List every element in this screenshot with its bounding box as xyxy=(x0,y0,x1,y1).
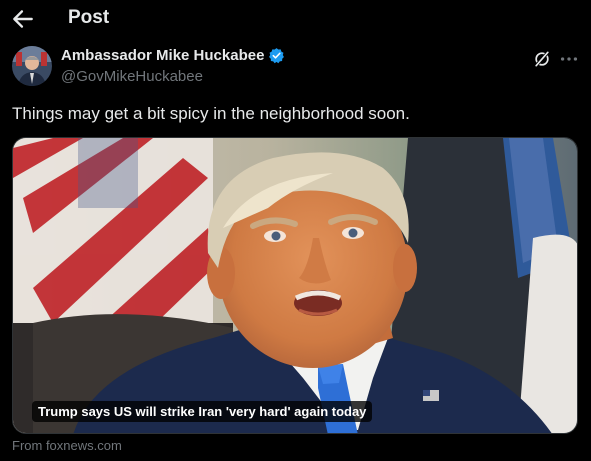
link-card[interactable]: Trump says US will strike Iran 'very har… xyxy=(12,137,578,434)
verified-badge-icon xyxy=(269,48,285,64)
author-handle[interactable]: @GovMikeHuckabee xyxy=(61,68,203,85)
author-name-row: Ambassador Mike Huckabee xyxy=(61,47,285,64)
top-bar: Post xyxy=(0,0,591,38)
article-photo xyxy=(13,138,577,433)
arrow-left-icon[interactable] xyxy=(10,6,36,32)
grok-icon[interactable] xyxy=(532,49,552,69)
avatar[interactable] xyxy=(12,46,52,86)
tweet-text: Things may get a bit spicy in the neighb… xyxy=(12,104,410,123)
card-source-link[interactable]: From foxnews.com xyxy=(12,438,122,453)
card-caption: Trump says US will strike Iran 'very har… xyxy=(32,401,373,422)
more-icon[interactable] xyxy=(558,49,580,69)
author-name[interactable]: Ambassador Mike Huckabee xyxy=(61,47,264,64)
page-title: Post xyxy=(68,7,110,28)
